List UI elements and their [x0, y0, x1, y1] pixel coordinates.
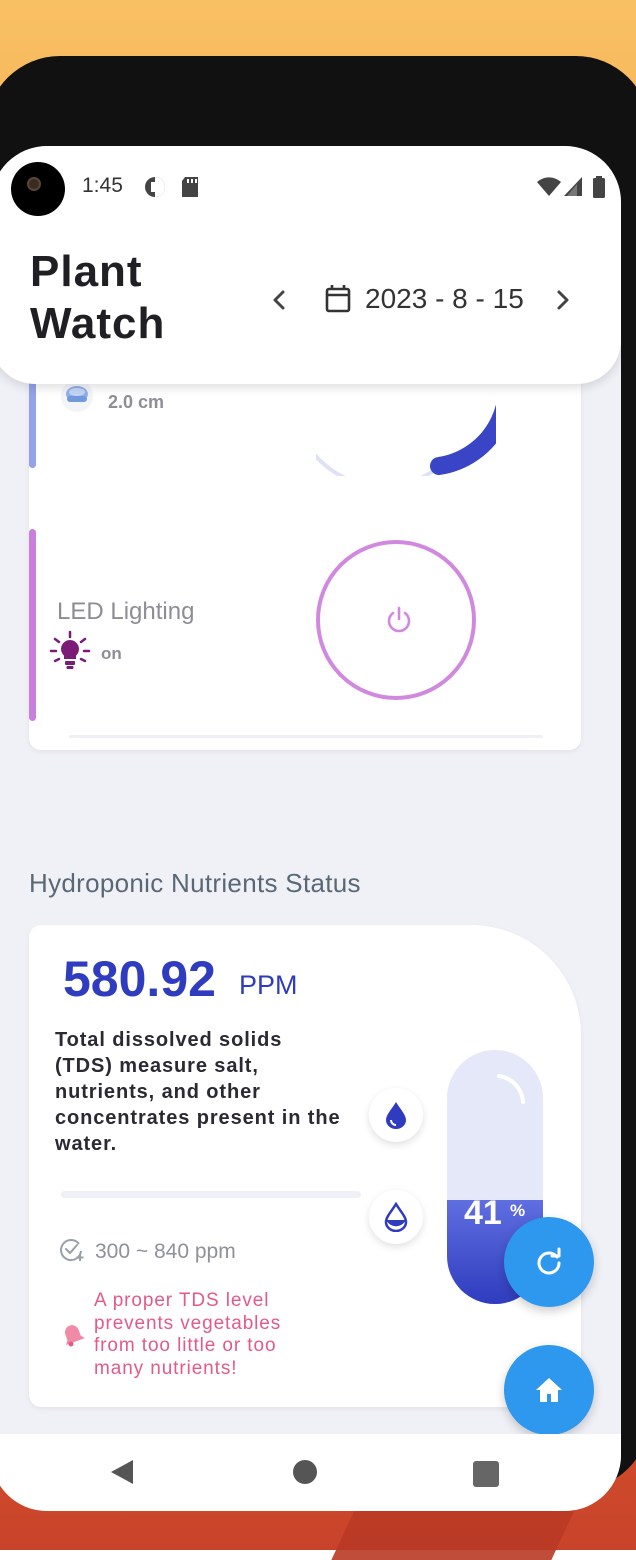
tds-description: Total dissolved solids (TDS) measure sal… — [55, 1029, 341, 1155]
water-drop-half-icon — [384, 1202, 408, 1232]
tank-percent: 41 — [464, 1194, 502, 1232]
led-power-toggle[interactable] — [316, 540, 476, 700]
lightbulb-icon — [49, 630, 91, 669]
vpn-icon — [145, 177, 165, 197]
date-display[interactable]: 2023 - 8 - 15 — [365, 283, 524, 315]
bell-icon — [64, 1325, 85, 1347]
recents-icon[interactable] — [473, 1461, 499, 1487]
sd-card-icon — [182, 177, 198, 197]
tds-value: 580.92 — [63, 951, 216, 1007]
app-header: 1:45 Plant Watch 2023 - 8 - 15 — [0, 146, 621, 384]
led-label: LED Lighting — [57, 598, 195, 625]
app-title: Plant Watch — [30, 247, 166, 348]
app-screen: 2.0 cm LED Lighting on Hydroponic Nutrie… — [0, 146, 621, 1511]
water-level-icon — [61, 380, 93, 412]
wifi-icon — [537, 177, 561, 196]
back-icon[interactable] — [109, 1458, 135, 1486]
refresh-icon — [537, 1247, 561, 1275]
system-nav-bar — [0, 1434, 621, 1511]
power-icon — [387, 606, 411, 633]
drop-button[interactable] — [369, 1088, 423, 1142]
section-title: Hydroponic Nutrients Status — [29, 868, 361, 898]
led-accent-bar — [29, 529, 36, 721]
drop-half-button[interactable] — [369, 1190, 423, 1244]
chevron-left-icon[interactable] — [265, 284, 293, 316]
water-level-value: 2.0 cm — [108, 392, 165, 412]
status-time: 1:45 — [82, 174, 123, 197]
tds-tip: A proper TDS level prevents vegetables f… — [94, 1290, 282, 1379]
divider — [61, 1191, 361, 1198]
chevron-right-icon[interactable] — [549, 284, 577, 316]
nav-home-icon[interactable] — [293, 1460, 317, 1484]
led-status: on — [101, 644, 122, 663]
battery-icon — [593, 176, 605, 198]
home-button[interactable] — [504, 1345, 594, 1435]
water-drop-icon — [386, 1102, 406, 1129]
tds-range: 300 ~ 840 ppm — [95, 1240, 236, 1263]
divider — [69, 735, 543, 738]
signal-icon — [564, 177, 582, 196]
home-icon — [536, 1378, 562, 1402]
camera-icon — [11, 162, 65, 216]
tank-percent-sign: % — [510, 1201, 526, 1220]
check-add-icon — [60, 1239, 84, 1262]
tds-unit: PPM — [239, 970, 298, 1000]
refresh-button[interactable] — [504, 1217, 594, 1307]
calendar-icon[interactable] — [324, 284, 352, 314]
tube-highlight — [497, 1074, 525, 1104]
phone-frame: 2.0 cm LED Lighting on Hydroponic Nutrie… — [0, 56, 636, 1511]
